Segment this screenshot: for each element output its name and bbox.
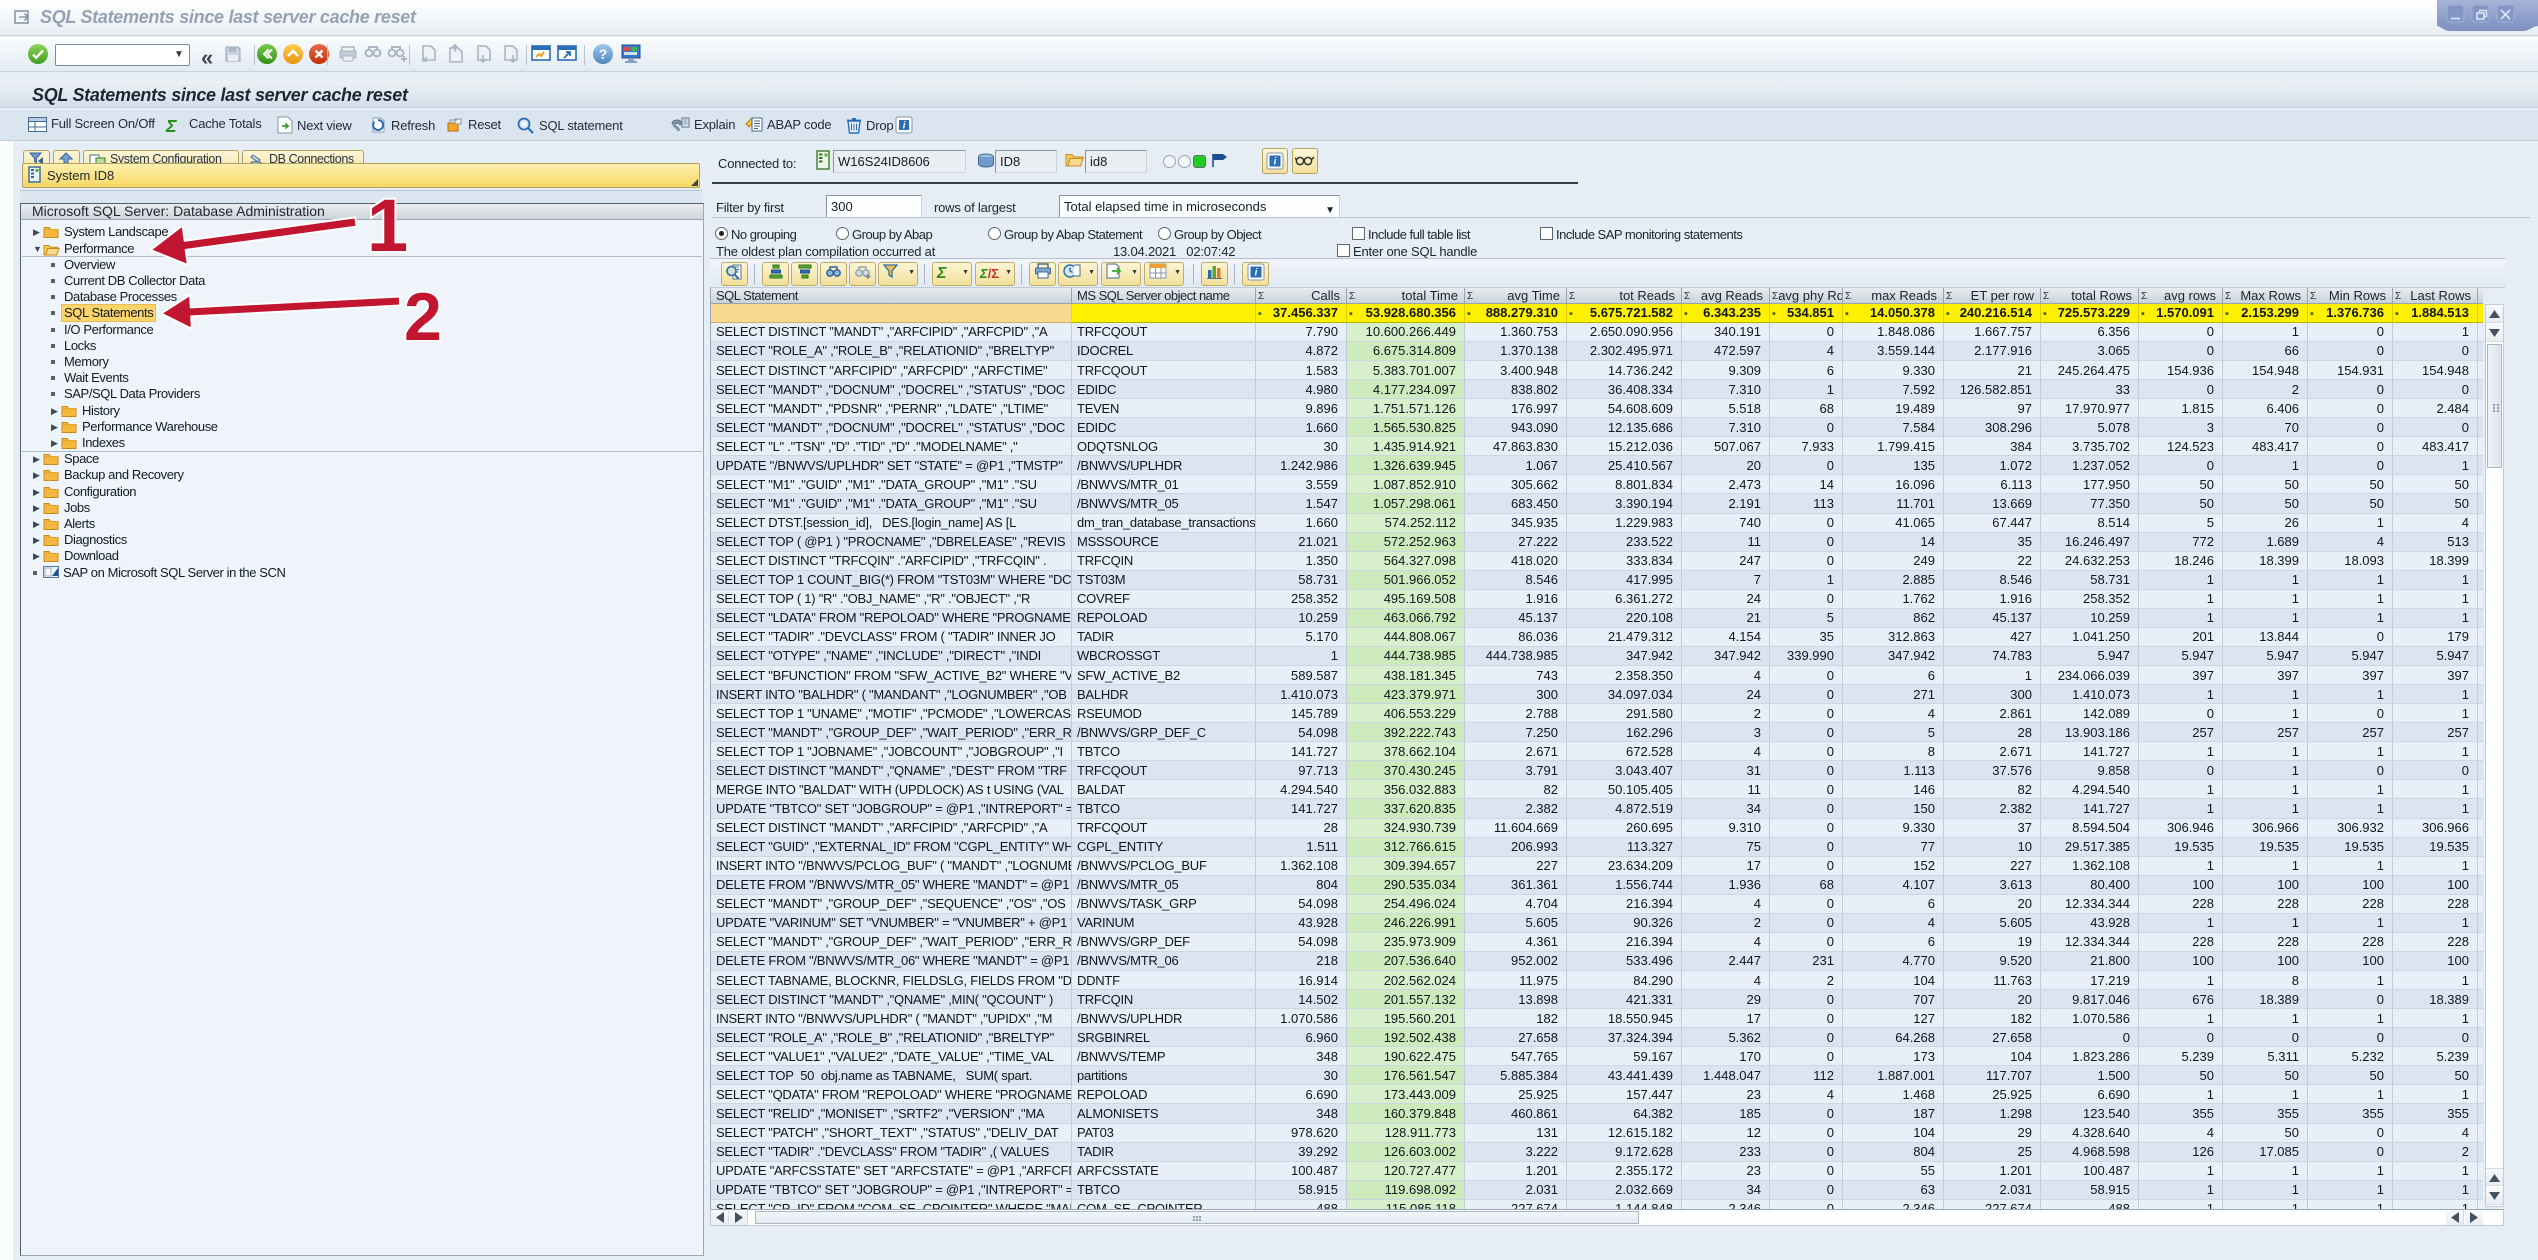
svg-text:?: ? — [599, 46, 608, 62]
svg-text:i: i — [1274, 157, 1277, 168]
svg-text:i: i — [1254, 268, 1257, 279]
svg-text:i: i — [903, 121, 906, 132]
